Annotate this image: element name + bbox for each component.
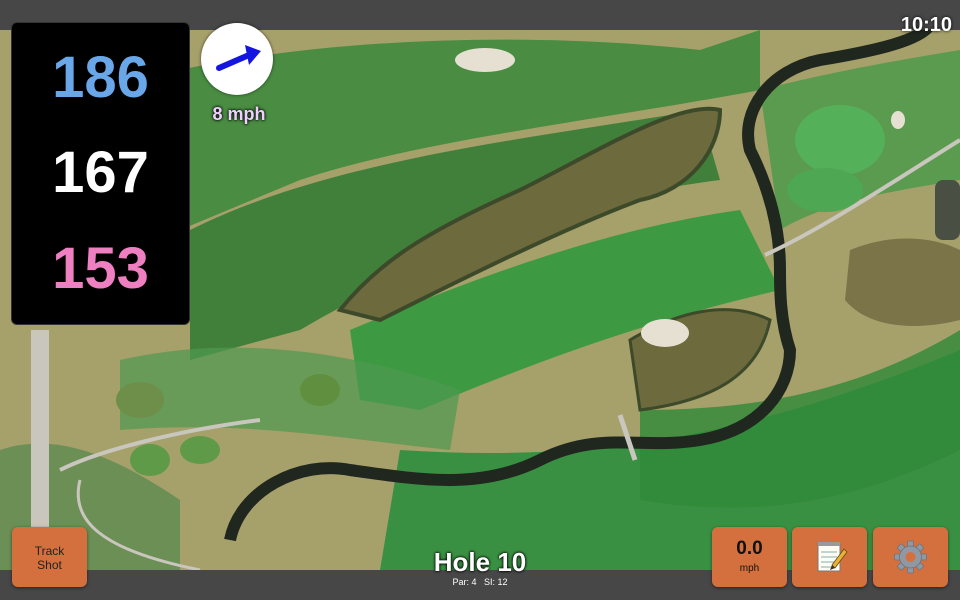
distance-back: 186 (52, 45, 149, 110)
settings-button[interactable] (873, 527, 948, 587)
distance-middle: 167 (52, 140, 149, 205)
track-shot-button[interactable]: Track Shot (12, 527, 87, 587)
track-shot-label-line2: Shot (37, 558, 62, 572)
notes-button[interactable] (792, 527, 867, 587)
notepad-icon (817, 542, 848, 572)
hole-info: Hole 10 Par: 4 SI: 12 (380, 548, 580, 587)
speed-display-button[interactable]: 0.0 mph (712, 527, 787, 587)
gear-icon (894, 540, 927, 574)
hole-title: Hole 10 (433, 547, 527, 577)
distance-front: 153 (52, 236, 149, 301)
track-shot-label-line1: Track (34, 544, 65, 558)
wind-direction-arrow-icon (216, 45, 261, 71)
status-time: 10:10 (900, 14, 952, 36)
speed-value: 0.0 (736, 538, 763, 559)
wind-speed-label: 8 mph (212, 104, 266, 124)
wind-indicator[interactable] (201, 23, 273, 95)
hole-par: Par: 4 (452, 577, 477, 587)
hole-stroke-index: SI: 12 (484, 577, 508, 587)
distance-panel: 186 167 153 (11, 22, 190, 325)
speed-unit: mph (739, 563, 760, 574)
hole-subtitle: Par: 4 SI: 12 (380, 577, 580, 587)
